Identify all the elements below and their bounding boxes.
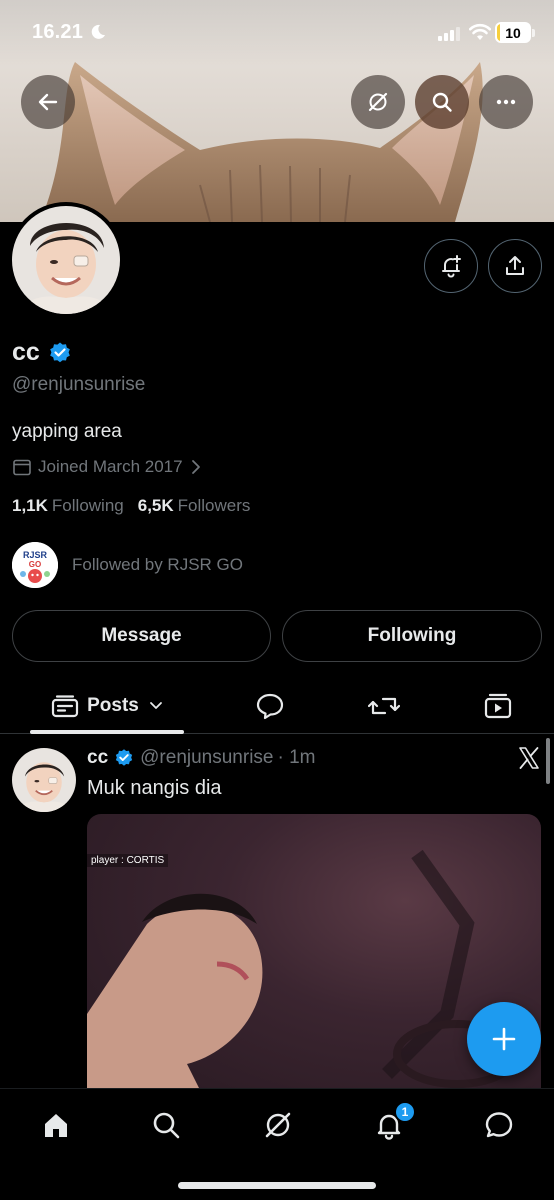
do-not-disturb-moon-icon [91, 24, 105, 39]
scroll-indicator[interactable] [546, 738, 550, 784]
post-author-name[interactable]: cc [87, 747, 108, 769]
svg-text:RJSR: RJSR [23, 550, 48, 560]
verified-badge-icon[interactable] [48, 341, 72, 365]
messages-icon [485, 1112, 513, 1138]
following-stat[interactable]: 1,1K Following [12, 496, 124, 516]
bottom-navigation: 1 [0, 1088, 554, 1200]
search-icon [432, 92, 452, 112]
follow-stats: 1,1K Following 6,5K Followers [12, 496, 250, 516]
nav-grok[interactable] [258, 1105, 298, 1145]
nav-search[interactable] [146, 1105, 186, 1145]
profile-photo [12, 206, 120, 314]
profile-bio: yapping area [12, 421, 122, 442]
search-button[interactable] [415, 75, 469, 129]
home-icon [45, 1114, 67, 1137]
x-logo-icon [519, 747, 539, 769]
display-name: cc [12, 338, 40, 366]
compose-post-button[interactable] [467, 1002, 541, 1076]
calendar-icon [13, 459, 31, 476]
status-time: 16.21 [32, 21, 84, 43]
grok-icon [265, 1112, 291, 1138]
svg-text:GO: GO [29, 560, 41, 569]
post-author-handle: @renjunsunrise [140, 747, 274, 768]
joined-date-row[interactable]: Joined March 2017 [12, 457, 201, 477]
profile-handle: @renjunsunrise [12, 374, 146, 395]
home-indicator[interactable] [178, 1182, 376, 1189]
profile-avatar[interactable] [8, 202, 124, 318]
tab-media[interactable] [473, 680, 523, 732]
posts-icon [52, 695, 79, 718]
status-bar: 16.21 10 [0, 0, 554, 64]
chevron-down-icon [149, 702, 162, 709]
tab-replies[interactable] [245, 680, 295, 732]
notifications-badge: 1 [394, 1101, 416, 1123]
more-options-button[interactable] [479, 75, 533, 129]
profile-tabs: Posts [0, 680, 554, 734]
post-author-avatar[interactable] [12, 748, 76, 812]
tab-posts[interactable]: Posts [30, 680, 184, 734]
video-overlay-label: player : CORTIS [87, 854, 169, 867]
tab-reposts[interactable] [359, 680, 409, 732]
share-icon [506, 256, 524, 275]
share-button[interactable] [488, 239, 542, 293]
chevron-right-icon [191, 460, 200, 474]
media-icon [484, 693, 512, 719]
rjsr-go-logo: RJSR GO [12, 542, 58, 588]
following-button[interactable]: Following [282, 610, 542, 662]
search-icon [153, 1112, 180, 1139]
joined-date: Joined March 2017 [38, 457, 183, 476]
followed-by-text: Followed by RJSR GO [72, 555, 243, 574]
message-button[interactable]: Message [12, 610, 271, 662]
repost-icon [368, 697, 400, 715]
reply-bubble-icon [256, 693, 284, 720]
cellular-signal-icon [438, 27, 460, 41]
wifi-icon [469, 23, 491, 40]
tab-posts-label: Posts [87, 695, 139, 716]
followed-by-avatar: RJSR GO [12, 542, 58, 588]
followers-stat[interactable]: 6,5K Followers [138, 496, 251, 516]
grok-icon [368, 92, 388, 112]
nav-messages[interactable] [479, 1105, 519, 1145]
following-label: Following [51, 496, 124, 515]
verified-badge-icon [115, 749, 133, 766]
grok-button[interactable] [351, 75, 405, 129]
notification-subscribe-button[interactable] [424, 239, 478, 293]
more-icon [496, 99, 516, 105]
followers-label: Followers [177, 496, 251, 515]
bell-plus-icon [442, 255, 461, 278]
profile-name-row: cc [12, 338, 72, 367]
post-author-photo [12, 748, 76, 812]
back-arrow-icon [38, 93, 58, 111]
followers-count: 6,5K [137, 496, 174, 515]
back-button[interactable] [21, 75, 75, 129]
post-timestamp: · 1m [277, 747, 316, 768]
nav-home[interactable] [36, 1105, 76, 1145]
plus-icon [492, 1027, 516, 1051]
following-count: 1,1K [12, 496, 48, 515]
battery-indicator: 10 [495, 22, 531, 43]
battery-level: 10 [505, 25, 521, 41]
post-header: cc @renjunsunrise · 1m [87, 747, 316, 769]
post-text: Muk nangis dia [87, 777, 222, 799]
followed-by-row[interactable]: RJSR GO Followed by RJSR GO [12, 542, 243, 588]
